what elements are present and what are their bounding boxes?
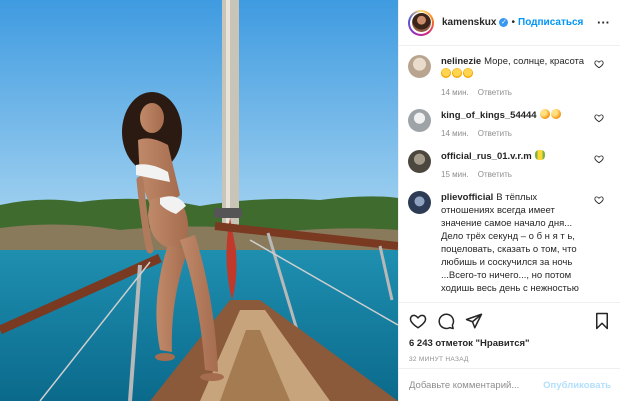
comment-message: Море, солнце, красота	[484, 56, 585, 67]
post-header: kamenskux ✓ • Подписаться ···	[399, 0, 620, 46]
comment-avatar[interactable]	[408, 55, 431, 78]
author-username[interactable]: kamenskux	[442, 17, 496, 28]
comment-bubble-icon[interactable]	[437, 312, 455, 330]
comment-item: official_rus_01.v.r.m 15 мин. Ответить	[399, 144, 620, 185]
header-separator: •	[511, 17, 515, 28]
comment-username[interactable]: plievofficial	[441, 192, 493, 203]
comment-username[interactable]: king_of_kings_54444	[441, 110, 537, 121]
corn-emoji-icon	[534, 150, 545, 160]
comment-item: plievofficial В тёплых отношениях всегда …	[399, 185, 620, 295]
post-timestamp: 32 МИНУТ НАЗАД	[409, 356, 469, 363]
post-actions: 6 243 отметок "Нравится" 32 МИНУТ НАЗАД	[399, 302, 620, 368]
share-send-icon[interactable]	[465, 312, 483, 330]
add-comment-bar: Опубликовать	[399, 368, 620, 401]
like-comment-heart-icon[interactable]	[594, 113, 604, 123]
heart-eyes-emoji-icon	[452, 68, 462, 78]
like-comment-heart-icon[interactable]	[594, 59, 604, 69]
comments-list[interactable]: nelinezie Море, солнце, красота 14 мин. От…	[399, 46, 620, 302]
post-side-panel: kamenskux ✓ • Подписаться ··· nelinezie М…	[398, 0, 620, 401]
comment-reply-button[interactable]: Ответить	[478, 170, 512, 179]
verified-badge-icon: ✓	[499, 18, 509, 27]
like-heart-icon[interactable]	[409, 312, 427, 330]
comment-text: nelinezie Море, солнце, красота	[441, 55, 589, 81]
author-avatar[interactable]	[408, 9, 434, 36]
post-photo-image	[0, 0, 398, 401]
comment-avatar[interactable]	[408, 191, 431, 214]
comment-meta: 14 мин. Ответить	[441, 88, 589, 97]
comment-avatar[interactable]	[408, 150, 431, 173]
bookmark-icon[interactable]	[593, 312, 611, 330]
likes-count[interactable]: 6 243 отметок "Нравится"	[409, 338, 611, 349]
comment-time: 14 мин.	[441, 129, 469, 138]
comment-avatar[interactable]	[408, 109, 431, 132]
comment-text: plievofficial В тёплых отношениях всегда …	[441, 191, 589, 295]
like-comment-heart-icon[interactable]	[594, 154, 604, 164]
comment-meta: 14 мин. Ответить	[441, 129, 589, 138]
comment-input[interactable]	[409, 379, 544, 391]
follow-button[interactable]: Подписаться	[518, 17, 583, 28]
comment-item: nelinezie Море, солнце, красота 14 мин. От…	[399, 49, 620, 103]
comment-username[interactable]: official_rus_01.v.r.m	[441, 151, 532, 162]
more-options-icon[interactable]: ···	[597, 16, 610, 29]
comment-reply-button[interactable]: Ответить	[478, 88, 512, 97]
comment-time: 15 мин.	[441, 170, 469, 179]
mango-emoji-icon	[550, 109, 561, 119]
post-photo	[0, 0, 398, 401]
mango-emoji-icon	[539, 109, 550, 119]
comment-meta: 15 мин. Ответить	[441, 170, 589, 179]
comment-reply-button[interactable]: Ответить	[478, 129, 512, 138]
comment-message: В тёплых отношениях всегда имеет значени…	[441, 192, 579, 294]
action-icons	[409, 309, 611, 333]
comment-item: king_of_kings_54444 14 мин. Ответить	[399, 103, 620, 144]
comment-text: king_of_kings_54444	[441, 109, 589, 122]
heart-eyes-emoji-icon	[441, 68, 451, 78]
comment-username[interactable]: nelinezie	[441, 56, 481, 67]
comment-text: official_rus_01.v.r.m	[441, 150, 589, 163]
like-comment-heart-icon[interactable]	[594, 195, 604, 205]
publish-button[interactable]: Опубликовать	[543, 380, 611, 391]
heart-eyes-emoji-icon	[463, 68, 473, 78]
comment-time: 14 мин.	[441, 88, 469, 97]
